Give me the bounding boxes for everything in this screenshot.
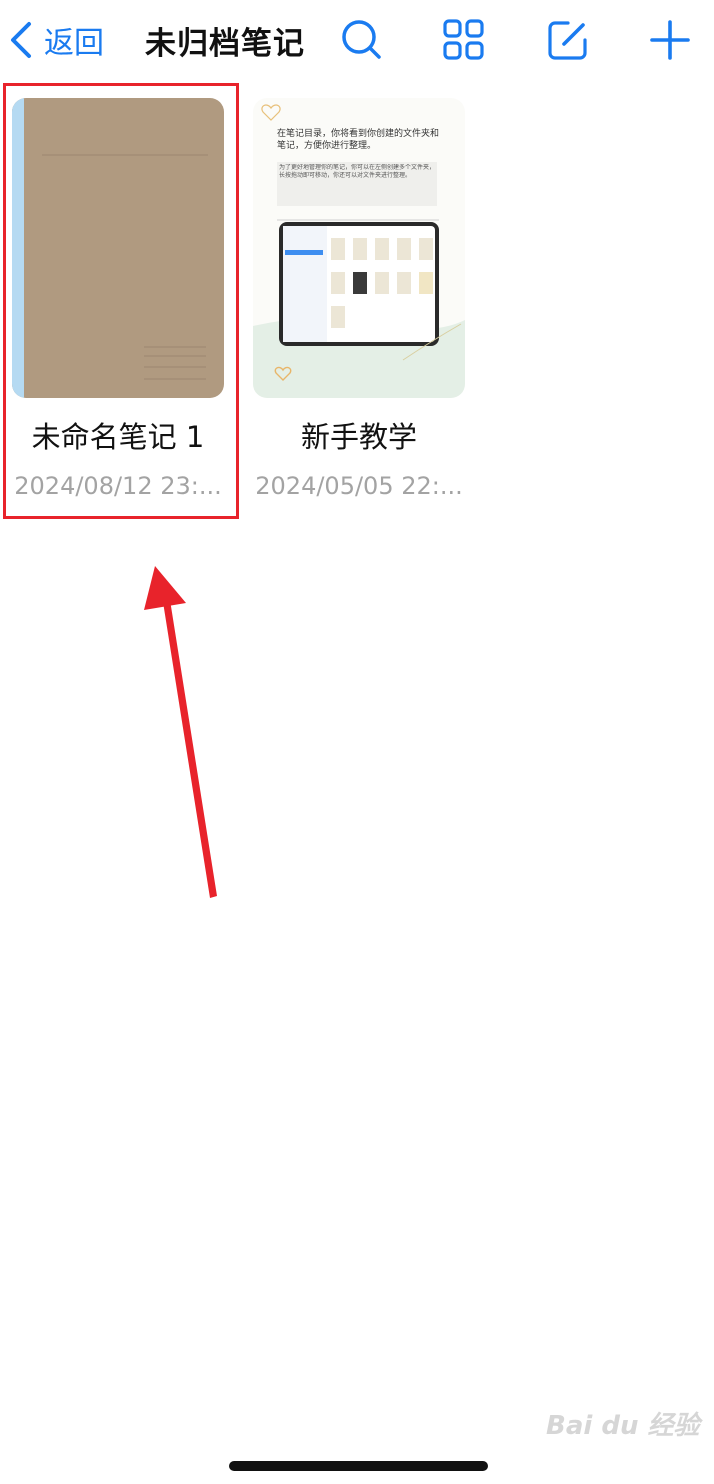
annotation-arrow [144, 566, 217, 898]
watermark: Bai du 经验 [546, 1411, 700, 1441]
home-indicator[interactable] [229, 1461, 488, 1471]
